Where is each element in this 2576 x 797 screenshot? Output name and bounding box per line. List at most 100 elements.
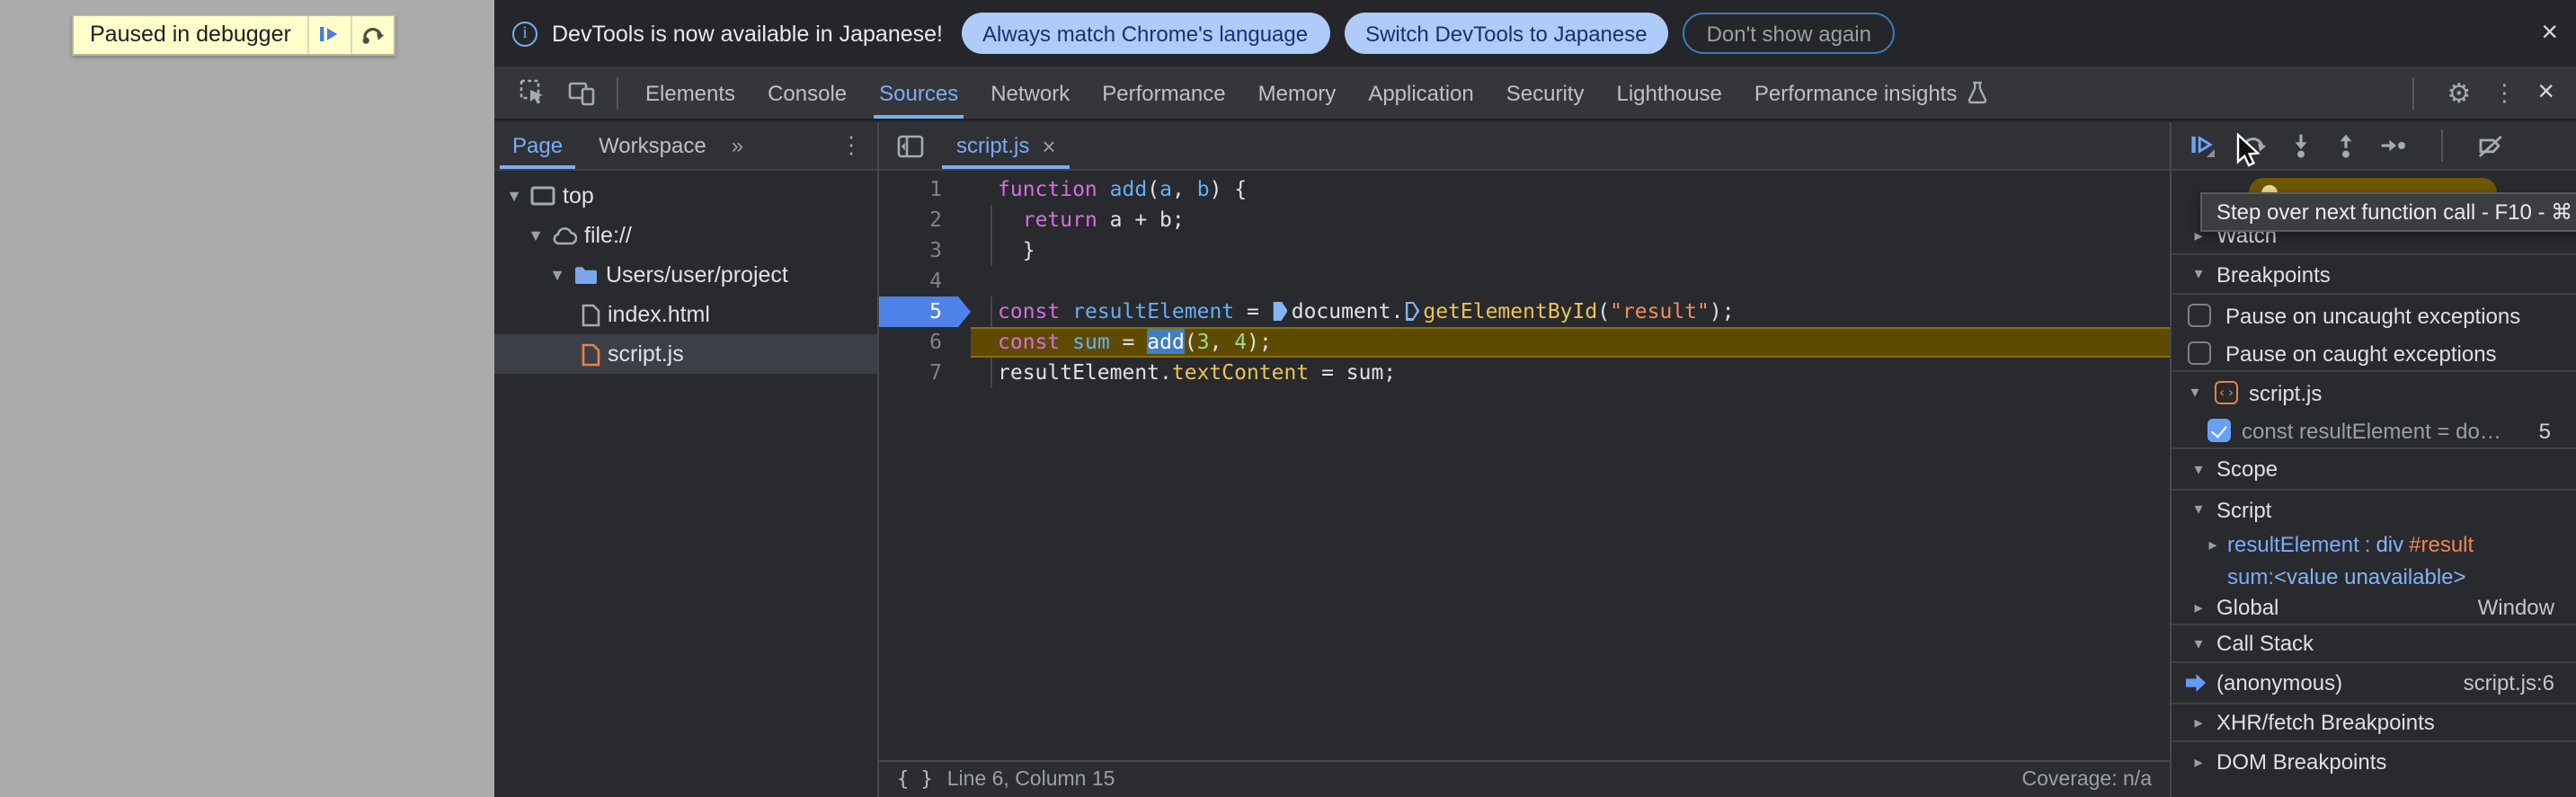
devtools-close-button[interactable]: × bbox=[2537, 77, 2554, 107]
resume-script-button[interactable] bbox=[2190, 133, 2216, 158]
section-label: DOM Breakpoints bbox=[2216, 749, 2387, 775]
checkbox-label: Pause on uncaught exceptions bbox=[2225, 303, 2521, 328]
line-number[interactable]: 4 bbox=[879, 266, 971, 297]
tab-sources[interactable]: Sources bbox=[863, 66, 974, 119]
tab-application[interactable]: Application bbox=[1352, 66, 1489, 119]
step-out-button[interactable] bbox=[2335, 133, 2357, 158]
code-line-6-execution-line[interactable]: 6 const sum = add(3, 4); bbox=[879, 327, 2170, 358]
code-line-5[interactable]: 5 const resultElement = document. getElem… bbox=[879, 297, 2170, 327]
continue-to-location-marker[interactable] bbox=[1405, 301, 1420, 321]
line-number[interactable]: 6 bbox=[879, 327, 971, 358]
tab-performance-insights[interactable]: Performance insights bbox=[1738, 66, 2003, 119]
call-stack-frame[interactable]: (anonymous) script.js:6 bbox=[2172, 663, 2576, 704]
breakpoint-group-script-js[interactable]: ▾ ‹› script.js bbox=[2172, 372, 2576, 413]
step-into-button[interactable] bbox=[2290, 133, 2312, 158]
tab-network[interactable]: Network bbox=[974, 66, 1086, 119]
section-scope[interactable]: ▾ Scope bbox=[2172, 449, 2576, 491]
tree-item-label: top bbox=[563, 183, 594, 208]
breakpoint-enabled-checkbox[interactable] bbox=[2207, 419, 2231, 442]
devtools-window: i DevTools is now available in Japanese!… bbox=[494, 0, 2576, 797]
tree-item-file-scheme[interactable]: ▼ file:// bbox=[494, 216, 877, 255]
step-button[interactable] bbox=[2380, 135, 2407, 156]
file-tree: ▼ top ▼ file:// ▼ Users/user/project ind… bbox=[494, 171, 877, 374]
tree-item-index-html[interactable]: index.html bbox=[494, 295, 877, 334]
code-line-2[interactable]: 2 return a + b; bbox=[879, 205, 2170, 235]
line-number[interactable]: 3 bbox=[879, 235, 971, 266]
more-tabs-chevron-icon[interactable]: » bbox=[724, 133, 751, 158]
hide-navigator-button[interactable] bbox=[886, 134, 935, 157]
scope-var-sum[interactable]: sum: <value unavailable> bbox=[2172, 561, 2576, 591]
infobar-close-button[interactable]: × bbox=[2541, 18, 2558, 48]
scope-var-resultElement[interactable]: ▸ resultElement: div #result bbox=[2172, 528, 2576, 561]
editor-tab-script-js[interactable]: script.js × bbox=[938, 122, 1074, 169]
tree-item-project-folder[interactable]: ▼ Users/user/project bbox=[494, 255, 877, 295]
section-call-stack[interactable]: ▾ Call Stack bbox=[2172, 625, 2576, 663]
caret-down-icon[interactable]: ▼ bbox=[548, 266, 566, 284]
line-number[interactable]: 2 bbox=[879, 205, 971, 235]
breakpoint-entry-snippet: const resultElement = doc⋯ bbox=[2242, 418, 2502, 443]
coverage-status: Coverage: n/a bbox=[2021, 768, 2153, 790]
section-xhr-breakpoints[interactable]: ▸ XHR/fetch Breakpoints bbox=[2172, 704, 2576, 742]
section-dom-breakpoints[interactable]: ▸ DOM Breakpoints bbox=[2172, 742, 2576, 782]
pretty-print-icon[interactable]: { } bbox=[897, 767, 933, 791]
tree-item-top[interactable]: ▼ top bbox=[494, 176, 877, 216]
navigator-tab-page[interactable]: Page bbox=[494, 122, 581, 169]
code-line-7[interactable]: 7 resultElement.textContent = sum; bbox=[879, 358, 2170, 388]
navigator-menu-button[interactable]: ⋮ bbox=[825, 131, 877, 160]
infobar-message: DevTools is now available in Japanese! bbox=[552, 21, 943, 46]
tab-memory[interactable]: Memory bbox=[1242, 66, 1353, 119]
step-over-banner-button[interactable] bbox=[350, 15, 394, 53]
infobar: i DevTools is now available in Japanese!… bbox=[494, 0, 2576, 66]
code-editor[interactable]: 1 function add(a, b) { 2 return a + b; 3… bbox=[879, 171, 2170, 759]
switch-to-japanese-button[interactable]: Switch DevTools to Japanese bbox=[1344, 13, 1669, 54]
screenshot-root: Paused in debugger i DevTools is now ava… bbox=[0, 0, 2576, 797]
navigator-tab-workspace[interactable]: Workspace bbox=[581, 122, 724, 169]
caret-down-icon[interactable]: ▼ bbox=[527, 226, 545, 244]
pause-on-caught-checkbox[interactable] bbox=[2188, 341, 2211, 365]
resume-icon bbox=[320, 27, 339, 41]
device-toolbar-button[interactable] bbox=[557, 80, 606, 105]
tab-performance[interactable]: Performance bbox=[1086, 66, 1241, 119]
tab-security[interactable]: Security bbox=[1490, 66, 1601, 119]
scope-global-group[interactable]: ▸ Global Window bbox=[2172, 591, 2576, 625]
tab-lighthouse[interactable]: Lighthouse bbox=[1600, 66, 1737, 119]
resume-script-button[interactable] bbox=[306, 15, 351, 53]
breakpoint-group-label: script.js bbox=[2249, 380, 2323, 405]
pause-on-uncaught-checkbox[interactable] bbox=[2188, 304, 2211, 327]
settings-button[interactable]: ⚙ bbox=[2447, 76, 2471, 109]
resume-icon bbox=[2191, 136, 2215, 157]
breakpoint-entry[interactable]: const resultElement = doc⋯ 5 bbox=[2172, 413, 2576, 449]
always-match-language-button[interactable]: Always match Chrome's language bbox=[961, 13, 1330, 54]
deactivate-breakpoints-button[interactable] bbox=[2477, 134, 2504, 157]
editor-status-bar: { } Line 6, Column 15 Coverage: n/a bbox=[879, 759, 2170, 797]
mouse-cursor bbox=[2236, 133, 2261, 167]
inspect-element-button[interactable] bbox=[509, 79, 557, 106]
collapse-panel-icon bbox=[897, 134, 924, 157]
caret-right-icon: ▸ bbox=[2194, 713, 2203, 731]
code-line-3[interactable]: 3 } bbox=[879, 235, 2170, 266]
line-number[interactable]: 1 bbox=[879, 174, 971, 205]
toolbar-separator bbox=[617, 76, 618, 109]
more-options-button[interactable]: ⋮ bbox=[2492, 78, 2516, 107]
caret-down-icon: ▾ bbox=[2194, 459, 2203, 477]
tree-item-script-js[interactable]: script.js bbox=[494, 334, 877, 374]
caret-right-icon: ▸ bbox=[2208, 535, 2217, 553]
tab-elements[interactable]: Elements bbox=[629, 66, 751, 119]
info-icon: i bbox=[512, 21, 537, 46]
line-number[interactable]: 7 bbox=[879, 358, 971, 388]
step-out-icon bbox=[2340, 134, 2352, 158]
code-line-4[interactable]: 4 bbox=[879, 266, 2170, 297]
scope-script-group[interactable]: ▾ Script bbox=[2172, 491, 2576, 528]
code-line-1[interactable]: 1 function add(a, b) { bbox=[879, 174, 2170, 205]
caret-down-icon: ▾ bbox=[2194, 500, 2203, 518]
caret-down-icon[interactable]: ▼ bbox=[505, 187, 523, 205]
breakpoint-line-marker[interactable]: 5 bbox=[879, 297, 971, 327]
kebab-menu-icon: ⋮ bbox=[2492, 78, 2517, 105]
dont-show-again-button[interactable]: Don't show again bbox=[1683, 13, 1895, 54]
tab-console[interactable]: Console bbox=[751, 66, 863, 119]
scope-var-name: resultElement bbox=[2227, 532, 2359, 557]
tab-close-icon[interactable]: × bbox=[1042, 132, 1055, 159]
code-text: const sum = add(3, 4); bbox=[971, 327, 2170, 358]
continue-to-location-marker[interactable] bbox=[1273, 301, 1288, 321]
section-breakpoints[interactable]: ▾ Breakpoints bbox=[2172, 255, 2576, 295]
